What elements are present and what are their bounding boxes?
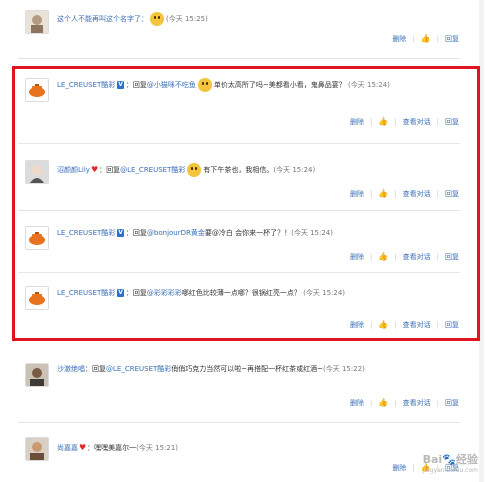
smile-emoji-icon [150, 12, 164, 26]
comment-user[interactable]: 尚嘉嘉 [57, 444, 78, 452]
divider [18, 58, 460, 59]
watermark-url: jingyan.baidu.com [422, 467, 478, 474]
comment-time: (今天 15:25) [166, 15, 208, 23]
delete-link[interactable]: 删除 [392, 33, 406, 45]
comment-mention[interactable]: @LE_CREUSET酷彩 [106, 365, 171, 373]
delete-link[interactable]: 删除 [350, 397, 364, 409]
avatar[interactable] [25, 363, 49, 387]
comment-time: (今天 15:21) [136, 444, 179, 452]
paw-icon: 🐾 [442, 453, 456, 466]
reply-link[interactable]: 回复 [445, 397, 459, 409]
thumbs-up-icon[interactable]: 👍 [378, 397, 388, 409]
comment-text: 尚嘉嘉♥：嘿嘿美嘉尔一(今天 15:21) [57, 441, 442, 455]
view-conversation-link[interactable]: 查看对话 [403, 397, 431, 409]
avatar-image [26, 11, 48, 33]
comment-body: 这个人不能再叫这个名字了： [57, 15, 148, 23]
comment-actions: 删除 | 👍 | 回复 [392, 33, 459, 45]
comment-actions: 删除 | 👍 | 查看对话 | 回复 [349, 397, 459, 409]
comment-reply: ：回复 [85, 365, 106, 373]
delete-link[interactable]: 删除 [392, 462, 406, 474]
comment-body: 俏俏巧克力当然可以啦~再搭配一杯红茶或红酒~ [171, 365, 323, 373]
comment-text: 这个人不能再叫这个名字了： (今天 15:25) [57, 12, 442, 26]
thumbs-up-icon[interactable]: 👍 [421, 33, 431, 45]
watermark-site: 经验 [455, 453, 478, 466]
avatar-image [26, 364, 48, 386]
avatar-image [26, 438, 48, 460]
heart-icon: ♥ [79, 443, 87, 452]
baidu-watermark: Bai🐾经验 jingyan.baidu.com [423, 451, 478, 474]
reply-link[interactable]: 回复 [445, 33, 459, 45]
watermark-brand: Bai [422, 453, 443, 466]
divider [18, 422, 460, 423]
comment-user[interactable]: 沙澈绝唱 [57, 365, 85, 373]
comment-body: ：嘿嘿美嘉尔一 [87, 444, 137, 452]
avatar[interactable] [25, 437, 49, 461]
comment-time: (今天 15:22) [323, 365, 365, 373]
highlight-box [12, 66, 480, 341]
avatar[interactable] [25, 10, 49, 34]
comment-text: 沙澈绝唱：回复@LE_CREUSET酷彩俏俏巧克力当然可以啦~再搭配一杯红茶或红… [57, 362, 442, 376]
